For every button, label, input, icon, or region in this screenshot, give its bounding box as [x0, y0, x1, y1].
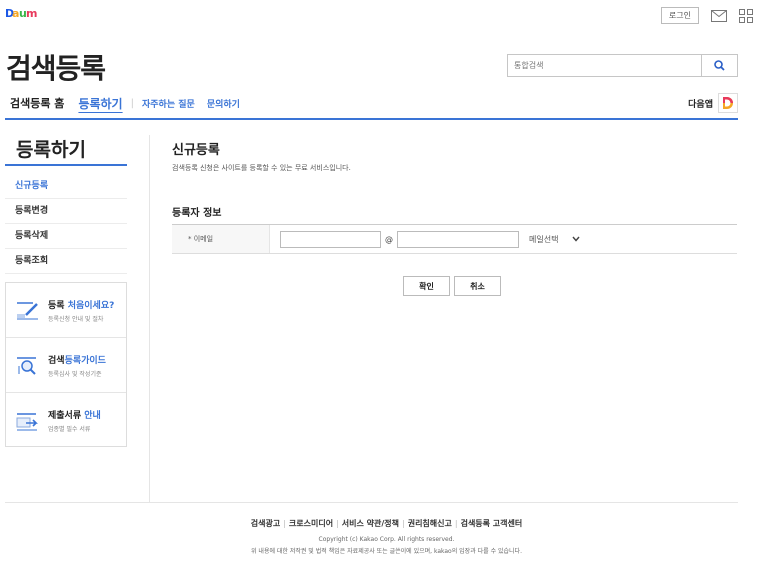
cancel-button[interactable]: 취소: [454, 276, 501, 296]
footer-copyright: Copyright (c) Kakao Corp. All rights res…: [318, 536, 455, 543]
email-domain-input[interactable]: [397, 230, 519, 248]
sidebar-item-edit[interactable]: 등록변경: [5, 199, 127, 224]
guide-title: 검색등록가이드: [48, 355, 106, 366]
nav-contact[interactable]: 문의하기: [207, 97, 240, 110]
guide-first-time[interactable]: 등록 처음이세요? 등록신청 안내 및 절차: [6, 283, 126, 338]
search-box: [507, 54, 738, 77]
email-field-group: @ 메일선택: [270, 225, 737, 253]
footer-divider: [5, 502, 738, 503]
guide-documents[interactable]: 제출서류 안내 업종별 필수 서류: [6, 393, 126, 448]
footer-sep: |: [454, 519, 458, 528]
guide-title: 등록 처음이세요?: [48, 300, 115, 311]
daum-logo-mark: D a u m: [5, 7, 38, 20]
email-label: * 이메일: [172, 225, 270, 253]
sidebar-item-lookup[interactable]: 등록조회: [5, 249, 127, 274]
footer-sep: |: [402, 519, 405, 528]
footer-link-crossmedia[interactable]: 크로스미디어: [289, 519, 333, 528]
footer-sep: |: [336, 519, 339, 528]
email-select-label: 메일선택: [529, 234, 559, 244]
top-utility-bar: 로그인: [660, 7, 753, 24]
sidebar-menu: 신규등록 등록변경 등록삭제 등록조회: [5, 174, 127, 274]
app-grid-icon[interactable]: [739, 8, 753, 23]
column-divider: [149, 135, 150, 502]
guide-desc: 등록신청 안내 및 절차: [48, 315, 104, 323]
footer-link-report[interactable]: 권리침해신고: [408, 519, 452, 528]
search-input[interactable]: [508, 55, 701, 76]
pencil-icon: [17, 302, 38, 320]
confirm-button[interactable]: 확인: [403, 276, 450, 296]
sidebar-title-divider: [5, 164, 127, 166]
content-description: 검색등록 신청은 사이트를 등록할 수 있는 무료 서비스입니다.: [172, 164, 351, 172]
guide-box: 등록 처음이세요? 등록신청 안내 및 절차 검색등록가이드 등록심사 및 작성…: [5, 282, 127, 447]
global-nav: 검색등록 홈 등록하기 | 자주하는 질문 문의하기 다음앱: [10, 93, 738, 113]
email-form-row: * 이메일 @ 메일선택: [172, 224, 737, 254]
footer-note: 위 내용에 대한 저작권 및 법적 책임은 자료제공사 또는 글쓴이에 있으며,…: [251, 548, 522, 555]
nav-register[interactable]: 등록하기: [78, 95, 122, 112]
daum-app-link[interactable]: 다음앱: [688, 93, 738, 113]
at-sign: @: [385, 234, 393, 244]
guide-desc: 업종별 필수 서류: [48, 426, 91, 433]
magnifier-icon: [17, 357, 36, 375]
nav-home[interactable]: 검색등록 홈: [10, 95, 64, 111]
svg-text:a: a: [12, 7, 19, 19]
daum-app-icon: [718, 93, 738, 113]
chevron-down-icon: [572, 236, 580, 242]
guide-desc: 등록심사 및 작성기준: [48, 370, 102, 378]
footer-sep: |: [283, 519, 286, 528]
search-button[interactable]: [701, 55, 737, 76]
site-title[interactable]: 검색등록: [6, 47, 106, 87]
email-id-input[interactable]: [280, 230, 381, 248]
search-icon: [714, 60, 725, 71]
form-buttons: 확인 취소: [403, 276, 501, 296]
sidebar-title: 등록하기: [16, 139, 86, 161]
footer-link-support[interactable]: 검색등록 고객센터: [461, 519, 523, 528]
login-button[interactable]: 로그인: [660, 7, 699, 24]
mail-icon[interactable]: [711, 9, 727, 22]
nav-faq[interactable]: 자주하는 질문: [142, 97, 195, 110]
footer-link-terms[interactable]: 서비스 약관/정책: [342, 519, 399, 528]
sidebar-item-delete[interactable]: 등록삭제: [5, 224, 127, 249]
header-divider: [5, 118, 738, 120]
svg-text:m: m: [26, 7, 37, 19]
daum-app-label: 다음앱: [688, 99, 713, 110]
guide-title: 제출서류 안내: [48, 411, 101, 421]
content-title: 신규등록: [172, 143, 220, 158]
email-domain-select[interactable]: 메일선택: [529, 234, 580, 245]
document-arrow-icon: [16, 412, 38, 430]
footer-links: 검색광고 | 크로스미디어 | 서비스 약관/정책 | 권리침해신고 | 검색등록 고객센터: [0, 518, 773, 529]
daum-logo[interactable]: D a u m: [5, 7, 39, 20]
sidebar-item-new[interactable]: 신규등록: [5, 174, 127, 199]
nav-divider: |: [130, 97, 134, 109]
guide-register-guide[interactable]: 검색등록가이드 등록심사 및 작성기준: [6, 338, 126, 393]
section-title: 등록자 정보: [172, 208, 222, 219]
footer-link-ads[interactable]: 검색광고: [251, 519, 280, 528]
